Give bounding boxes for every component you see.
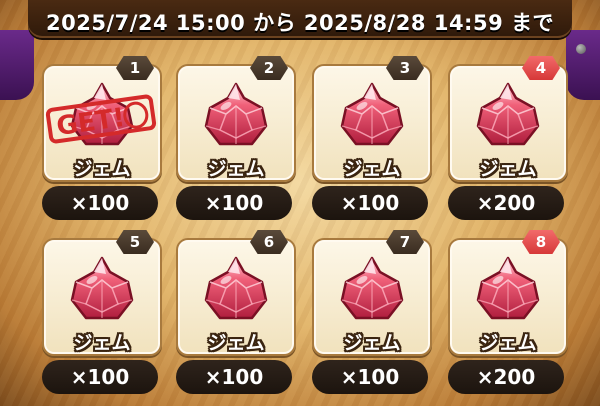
screw-decoration [576,44,586,54]
corner-decoration-left [0,30,34,100]
gem-icon [472,254,544,326]
item-quantity: ×100 [42,360,158,394]
get-stamp-icon: GET! [45,94,157,144]
item-quantity: ×200 [448,360,564,394]
reward-card[interactable]: ジェム 5 ×100 [42,230,162,398]
reward-number-badge: 1 [116,56,154,80]
reward-card[interactable]: ジェム 6 ×100 [176,230,296,398]
item-quantity: ×100 [176,186,292,220]
reward-card[interactable]: ジェム 4 ×200 [448,56,568,224]
reward-number-badge: 4 [522,56,560,80]
item-name: ジェム [479,332,537,354]
reward-card[interactable]: ジェム 7 ×100 [312,230,432,398]
item-quantity: ×100 [176,360,292,394]
item-quantity: ×100 [312,360,428,394]
gem-icon [336,80,408,152]
reward-number-badge: 2 [250,56,288,80]
reward-number-badge: 8 [522,230,560,254]
reward-tile[interactable]: GET! ジェム [42,64,162,182]
reward-tile[interactable]: ジェム [448,238,568,356]
period-text: 2025/7/24 15:00 から 2025/8/28 14:59 まで [46,11,554,35]
item-name: ジェム [207,332,265,354]
period-banner: 2025/7/24 15:00 から 2025/8/28 14:59 まで [28,0,572,38]
reward-card[interactable]: GET! ジェム 1 ×100 [42,56,162,224]
item-name: ジェム [73,332,131,354]
reward-card[interactable]: ジェム 2 ×100 [176,56,296,224]
corner-decoration-right [566,30,600,100]
item-quantity: ×200 [448,186,564,220]
gem-icon [336,254,408,326]
item-quantity: ×100 [312,186,428,220]
item-name: ジェム [343,332,401,354]
item-name: ジェム [73,158,131,180]
reward-number-badge: 3 [386,56,424,80]
reward-tile[interactable]: ジェム [176,238,296,356]
reward-tile[interactable]: ジェム [176,64,296,182]
reward-tile[interactable]: ジェム [448,64,568,182]
item-name: ジェム [343,158,401,180]
gem-icon [200,254,272,326]
reward-tile[interactable]: ジェム [312,64,432,182]
reward-card[interactable]: ジェム 3 ×100 [312,56,432,224]
reward-card[interactable]: ジェム 8 ×200 [448,230,568,398]
gem-icon [472,80,544,152]
reward-number-badge: 6 [250,230,288,254]
gem-icon [200,80,272,152]
item-name: ジェム [479,158,537,180]
gem-icon [66,254,138,326]
reward-number-badge: 7 [386,230,424,254]
item-name: ジェム [207,158,265,180]
reward-tile[interactable]: ジェム [312,238,432,356]
reward-tile[interactable]: ジェム [42,238,162,356]
item-quantity: ×100 [42,186,158,220]
reward-number-badge: 5 [116,230,154,254]
